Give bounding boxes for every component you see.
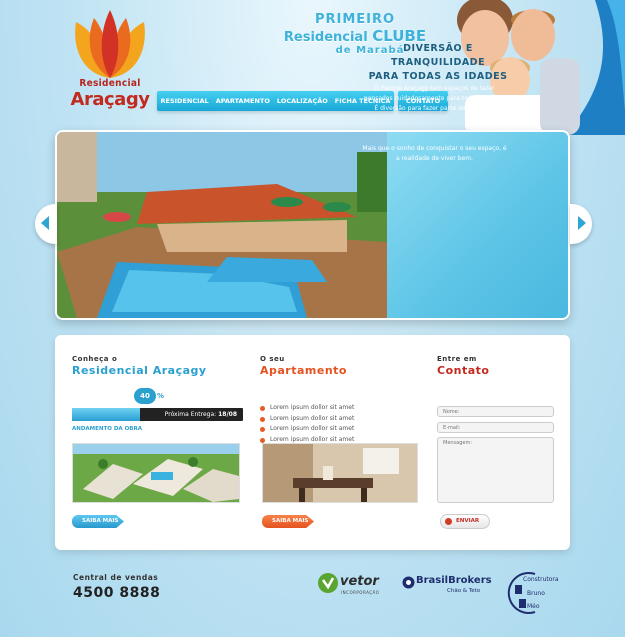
name-field[interactable] (437, 406, 554, 417)
vetor-name: vetor (340, 574, 379, 589)
vetor-subtitle: INCORPORAÇÃO (341, 590, 380, 595)
col2-heading: Apartamento (260, 364, 347, 377)
list-item-text: Lorem ipsum dollor sit amet (270, 435, 355, 443)
construtora-line3: Méo (527, 603, 540, 610)
slider-paragraph-2: Mais que o sonho de conquistar o seu esp… (362, 145, 507, 162)
progress-status-label: ANDAMENTO DA OBRA (72, 426, 142, 432)
slider-title-line1: DIVERSÃO E TRANQUILIDADE (390, 43, 486, 68)
brand-name-large: Araçagy (70, 89, 150, 110)
list-item: Lorem ipsum dollor sit amet (260, 403, 354, 414)
sales-phone-number[interactable]: 4500 8888 (73, 585, 160, 601)
progress-percent-unit: % (157, 392, 165, 400)
apartment-interior-image[interactable] (262, 443, 418, 503)
brasil-brokers-name: BrasilBrokers (416, 575, 492, 586)
bullet-icon (260, 416, 265, 422)
pool-area-image (57, 132, 397, 318)
vetor-logo[interactable] (318, 572, 338, 596)
col2-more-button[interactable]: SAIBA MAIS (262, 515, 314, 528)
sales-central-label: Central de vendas (73, 573, 159, 582)
brasil-brokers-logo[interactable] (402, 574, 415, 593)
nav-item-localizacao[interactable]: LOCALIZAÇÃO (273, 91, 331, 111)
col3-heading: Contato (437, 364, 490, 377)
vetor-icon (318, 573, 338, 593)
brand-name-small: Residencial (79, 78, 141, 89)
construction-progress-bar: Próxima Entrega: 18/08 (72, 408, 243, 421)
lotus-flower-icon (75, 10, 145, 78)
nav-menu: RESIDENCIAL APARTAMENTO LOCALIZAÇÃO FICH… (157, 91, 394, 111)
send-icon (445, 518, 452, 525)
email-field[interactable] (437, 422, 554, 433)
slider-paragraph-1: O Parque Araçagy tem espaços de lazer pe… (363, 85, 506, 112)
bullet-icon (260, 437, 265, 443)
residential-aerial-image[interactable] (72, 443, 240, 503)
slider-prev-button[interactable] (35, 204, 57, 244)
col1-heading-small: Conheça o (72, 355, 118, 363)
col1-heading: Residencial Araçagy (72, 364, 207, 377)
list-item-text: Lorem ipsum dollor sit amet (270, 425, 355, 432)
progress-fill (72, 408, 141, 421)
list-item: Lorem ipsum dollor sit amet (260, 424, 354, 435)
list-item: Lorem ipsum dollor sit amet (260, 414, 354, 425)
chevron-left-icon (41, 216, 49, 230)
tagline-line1: PRIMEIRO (314, 12, 396, 27)
col1-more-button[interactable]: SAIBA MAIS (72, 515, 124, 528)
list-item-text: Lorem ipsum dollor sit amet (270, 404, 355, 411)
list-item-text: Lorem ipsum dollor sit amet (270, 414, 355, 422)
slider-next-button[interactable] (570, 204, 592, 244)
apartment-features-list: Lorem ipsum dollor sit amet Lorem ipsum … (260, 403, 354, 445)
slider-title: DIVERSÃO E TRANQUILIDADE PARA TODAS AS I… (358, 42, 518, 84)
chevron-right-icon (578, 216, 586, 230)
message-field[interactable] (437, 437, 554, 503)
nav-item-residencial[interactable]: RESIDENCIAL (157, 91, 212, 111)
construtora-line1: Construtora (523, 576, 559, 583)
brasil-brokers-icon (402, 576, 415, 589)
send-button[interactable]: ENVIAR (440, 514, 490, 529)
next-delivery-text: Próxima Entrega: (164, 411, 217, 418)
nav-item-apartamento[interactable]: APARTAMENTO (212, 91, 273, 111)
next-delivery-label: Próxima Entrega: 18/08 (165, 408, 237, 421)
progress-percent-badge: 40 (134, 388, 156, 404)
send-button-label: ENVIAR (456, 518, 480, 524)
col2-heading-small: O seu (260, 355, 285, 363)
construtora-line2: Bruno (527, 590, 545, 597)
bullet-icon (260, 406, 265, 411)
next-delivery-date: 18/08 (218, 411, 237, 418)
brasil-brokers-subtitle: Chão & Teto (447, 588, 481, 594)
slider-title-line2: PARA TODAS AS IDADES (368, 71, 508, 82)
col3-heading-small: Entre em (437, 355, 477, 363)
bullet-icon (260, 427, 265, 432)
